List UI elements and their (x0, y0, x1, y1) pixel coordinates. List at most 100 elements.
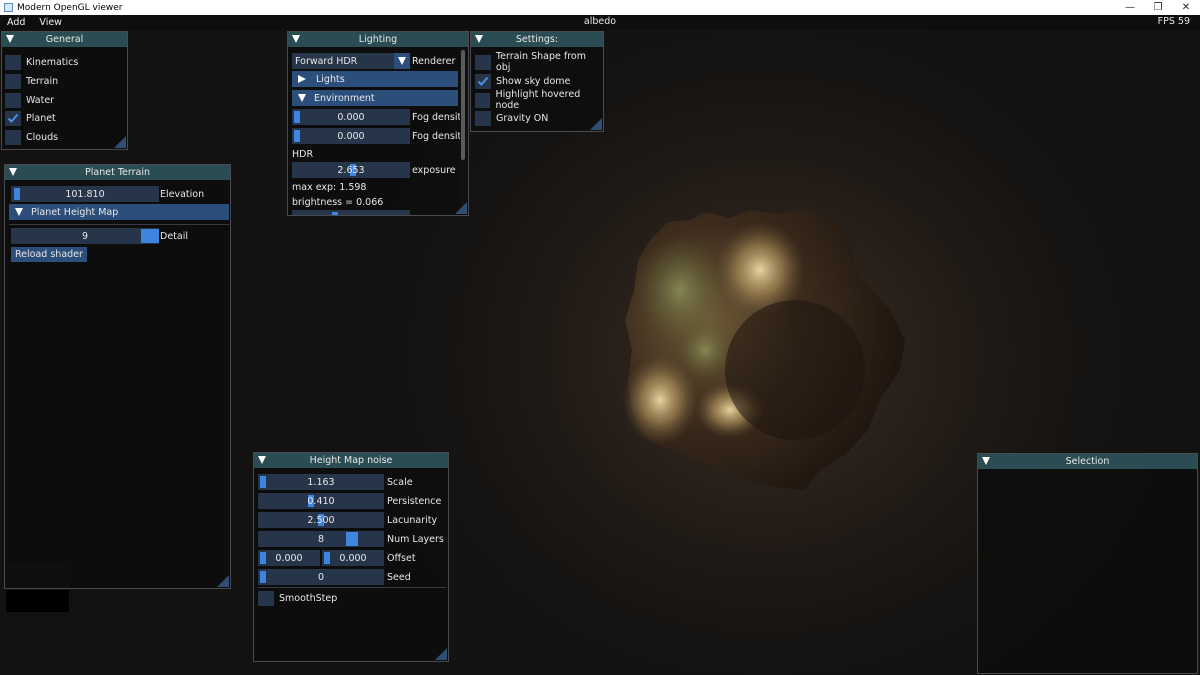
exposure-label: exposure (412, 165, 456, 176)
checkbox-terrain-shape[interactable]: Terrain Shape from obj (475, 51, 603, 73)
partial-slider[interactable] (292, 210, 410, 215)
menu-add[interactable]: Add (0, 17, 32, 28)
offset-y-value: 0.000 (339, 552, 367, 564)
scrollbar-thumb[interactable] (461, 50, 465, 160)
checkbox-label: Gravity ON (496, 112, 549, 124)
renderer-combo[interactable]: Forward HDR (292, 53, 410, 69)
elevation-slider[interactable]: 101.810 (11, 186, 159, 202)
slider-grab[interactable] (260, 476, 266, 488)
fog-density-slider-2[interactable]: 0.000 (292, 128, 410, 144)
seed-slider[interactable]: 0 (258, 569, 384, 585)
checkbox-kinematics[interactable]: Kinematics (5, 54, 78, 70)
collapse-triangle-icon[interactable] (982, 457, 990, 465)
detail-label: Detail (160, 231, 188, 242)
detail-slider[interactable]: 9 (11, 228, 159, 244)
slider-grab[interactable] (260, 552, 266, 564)
restore-button[interactable]: ❐ (1144, 0, 1172, 15)
lighting-title-text: Lighting (358, 34, 398, 45)
separator (258, 587, 446, 588)
texture-preview (6, 590, 69, 612)
scale-slider[interactable]: 1.163 (258, 474, 384, 490)
general-panel-title[interactable]: General (2, 32, 127, 47)
environment-header[interactable]: Environment (292, 90, 458, 106)
checkbox-box[interactable] (5, 110, 21, 126)
offset-x-slider[interactable]: 0.000 (258, 550, 320, 566)
renderer-label: Renderer (412, 56, 456, 67)
checkbox-box[interactable] (258, 590, 274, 606)
scale-label: Scale (387, 477, 413, 488)
collapse-triangle-icon[interactable] (6, 35, 14, 43)
collapse-triangle-icon[interactable] (258, 456, 266, 464)
slider-grab[interactable] (324, 552, 330, 564)
slider-grab[interactable] (294, 130, 300, 142)
checkbox-sky-dome[interactable]: Show sky dome (475, 73, 570, 89)
num-layers-label: Num Layers (387, 534, 444, 545)
resize-grip[interactable] (455, 202, 467, 214)
header-label: Planet Height Map (31, 206, 119, 218)
lights-header[interactable]: Lights (292, 71, 458, 87)
slider-grab[interactable] (332, 212, 338, 215)
checkmark-icon (477, 76, 489, 86)
slider-grab[interactable] (141, 229, 159, 243)
slider-grab[interactable] (14, 188, 20, 200)
lighting-panel: Lighting Forward HDR Renderer Lights Env… (287, 31, 469, 216)
resize-grip[interactable] (114, 136, 126, 148)
checkbox-water[interactable]: Water (5, 92, 54, 108)
checkbox-box[interactable] (475, 73, 491, 89)
dropdown-arrow-icon[interactable] (394, 53, 410, 69)
checkbox-highlight-hovered[interactable]: Highlight hovered node (475, 89, 603, 111)
offset-y-slider[interactable]: 0.000 (322, 550, 384, 566)
selection-title[interactable]: Selection (978, 454, 1197, 469)
resize-grip[interactable] (435, 648, 447, 660)
exposure-slider[interactable]: 2.653 (292, 162, 410, 178)
slider-grab[interactable] (260, 571, 266, 583)
window-controls: — ❐ ✕ (1116, 0, 1200, 15)
lacunarity-slider[interactable]: 2.500 (258, 512, 384, 528)
checkbox-box[interactable] (475, 54, 491, 70)
collapse-triangle-icon[interactable] (292, 35, 300, 43)
checkbox-box[interactable] (5, 54, 21, 70)
persistence-label: Persistence (387, 496, 442, 507)
reload-shader-button[interactable]: Reload shader (11, 247, 87, 262)
menu-view[interactable]: View (32, 17, 69, 28)
minimize-button[interactable]: — (1116, 0, 1144, 15)
checkbox-box[interactable] (475, 110, 491, 126)
fog-density-slider-1[interactable]: 0.000 (292, 109, 410, 125)
planet-height-map-header[interactable]: Planet Height Map (9, 204, 229, 220)
checkbox-smoothstep[interactable]: SmoothStep (258, 590, 337, 606)
checkbox-label: Terrain (26, 75, 59, 87)
fps-counter: FPS 59 (1157, 16, 1190, 27)
brightness-text: brightness = 0.066 (292, 197, 384, 208)
checkbox-label: Show sky dome (496, 75, 571, 87)
checkbox-gravity[interactable]: Gravity ON (475, 110, 548, 126)
checkbox-box[interactable] (5, 92, 21, 108)
lighting-scrollbar[interactable] (460, 48, 467, 214)
slider-grab[interactable] (346, 532, 358, 546)
checkbox-planet[interactable]: Planet (5, 110, 56, 126)
settings-title[interactable]: Settings: (471, 32, 603, 47)
persistence-slider[interactable]: 0.410 (258, 493, 384, 509)
height-map-noise-panel: Height Map noise 1.163 Scale 0.410 Persi… (253, 452, 449, 662)
resize-grip[interactable] (590, 118, 602, 130)
checkbox-box[interactable] (5, 73, 21, 89)
height-map-noise-title[interactable]: Height Map noise (254, 453, 448, 468)
slider-grab[interactable] (294, 111, 300, 123)
close-button[interactable]: ✕ (1172, 0, 1200, 15)
lighting-title[interactable]: Lighting (288, 32, 468, 47)
collapse-triangle-icon[interactable] (9, 168, 17, 176)
elevation-value: 101.810 (65, 188, 105, 200)
checkbox-box[interactable] (5, 129, 21, 145)
persistence-value: 0.410 (307, 495, 335, 507)
seed-label: Seed (387, 572, 411, 583)
planet-terrain-title[interactable]: Planet Terrain (5, 165, 230, 180)
collapse-triangle-icon[interactable] (475, 35, 483, 43)
checkbox-box[interactable] (475, 92, 491, 108)
fog-density-label: Fog density (412, 112, 467, 123)
num-layers-slider[interactable]: 8 (258, 531, 384, 547)
checkbox-terrain[interactable]: Terrain (5, 73, 58, 89)
fog-density-label: Fog density (412, 131, 467, 142)
checkbox-clouds[interactable]: Clouds (5, 129, 58, 145)
resize-grip[interactable] (217, 575, 229, 587)
checkbox-label: Planet (26, 112, 56, 124)
expanded-triangle-icon (15, 208, 23, 216)
